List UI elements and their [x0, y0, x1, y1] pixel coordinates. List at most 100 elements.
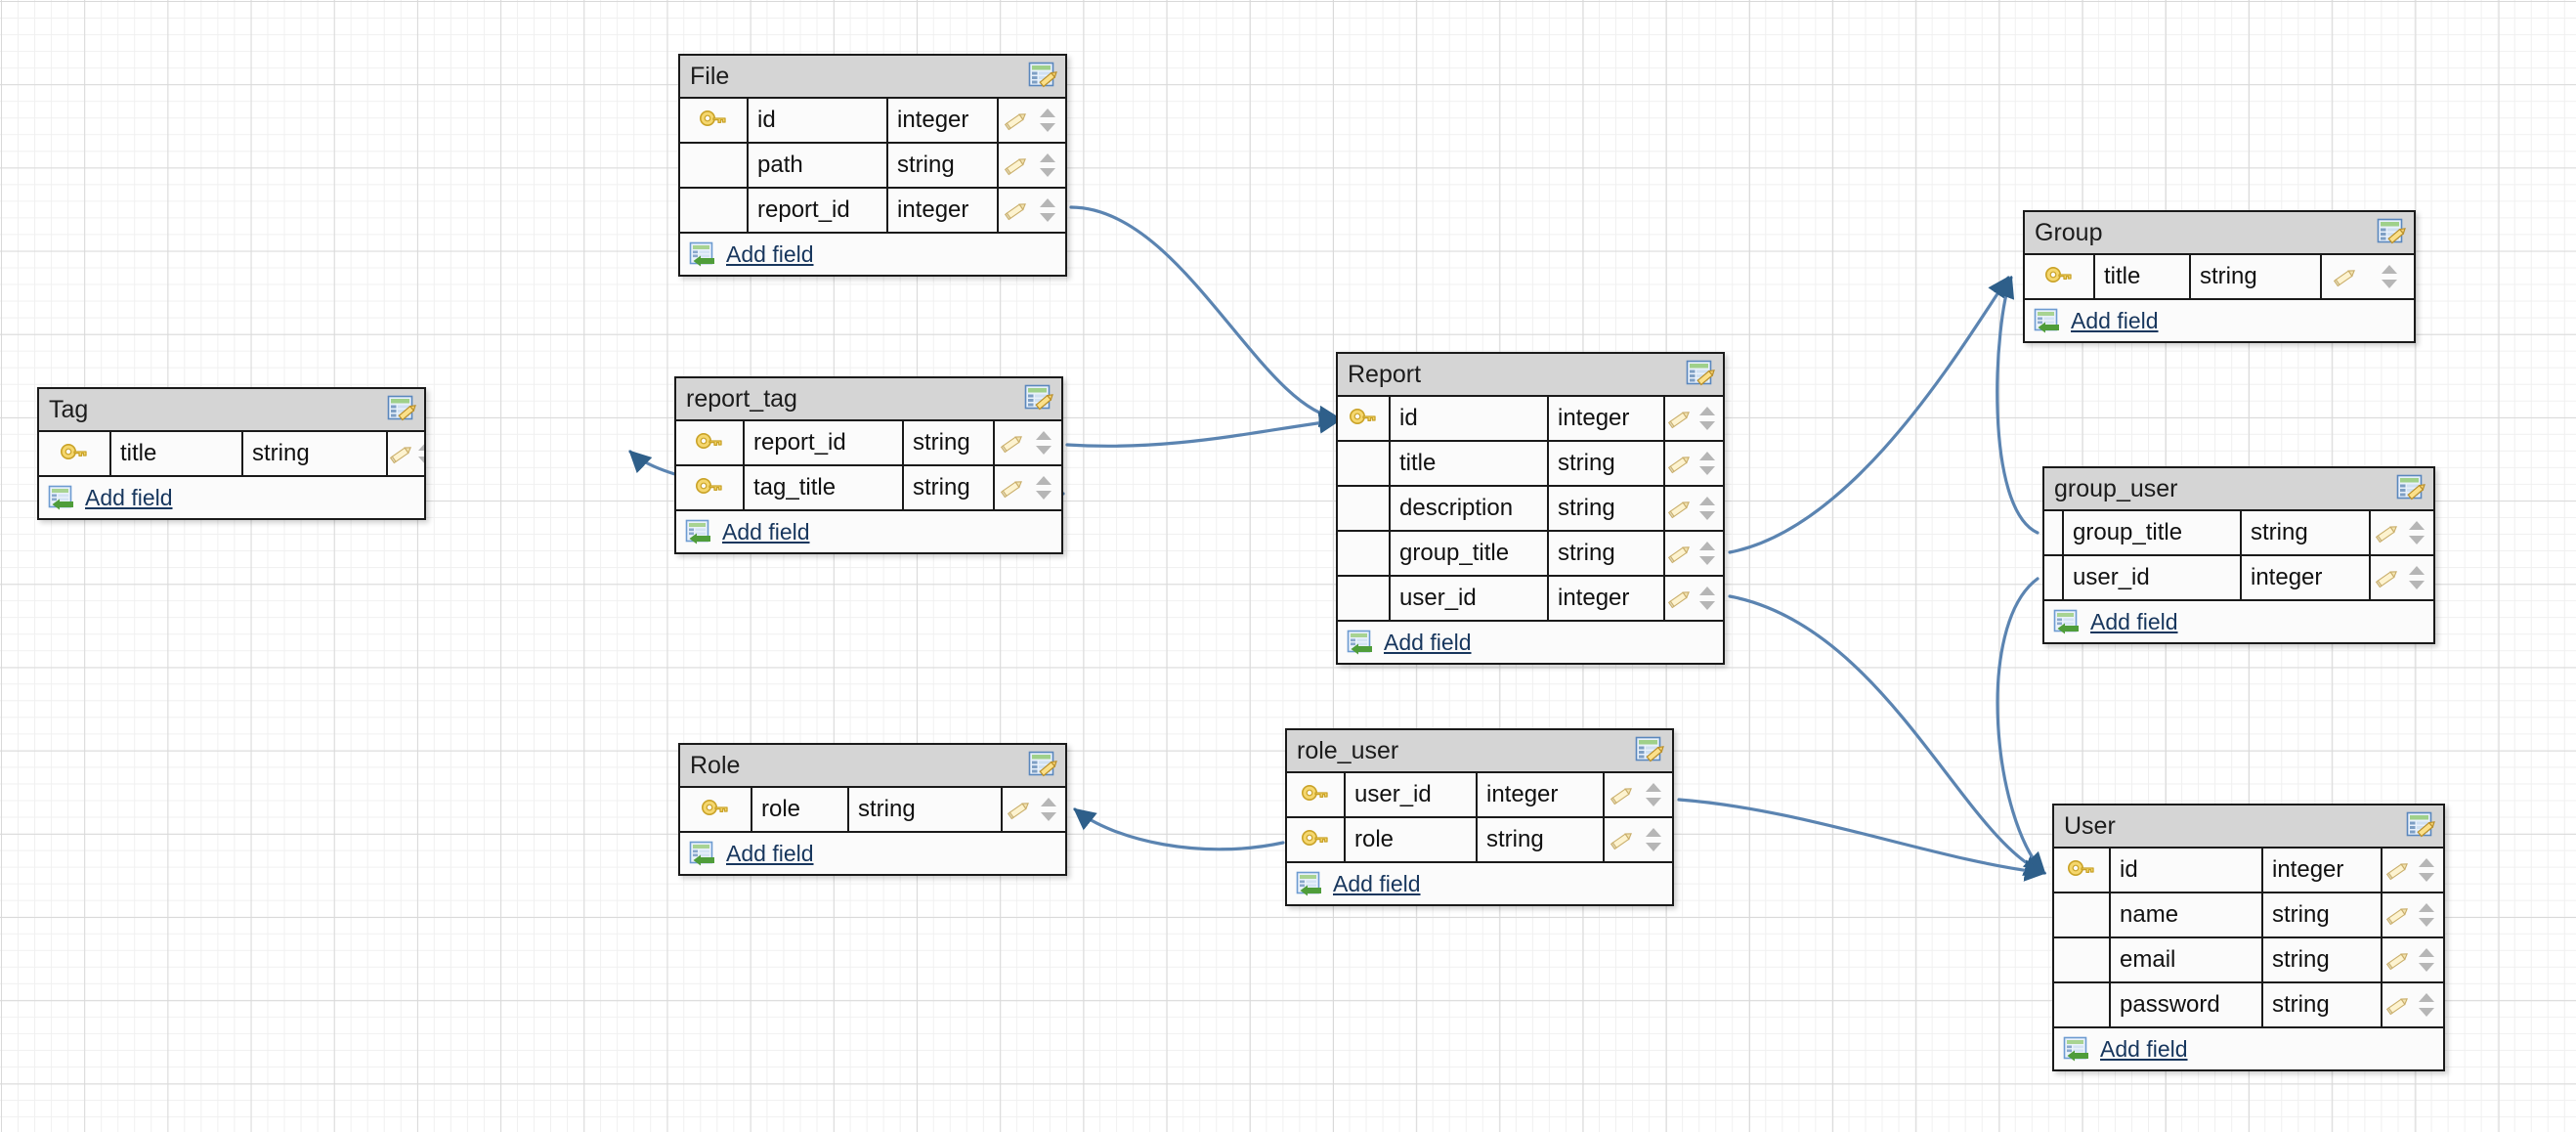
table-edit-icon[interactable]	[1028, 751, 1059, 780]
reorder-field-button[interactable]	[1696, 449, 1718, 478]
updown-spinner-icon[interactable]	[2416, 900, 2437, 930]
field-type-cell[interactable]: integer	[2242, 556, 2371, 599]
field-row[interactable]: title string	[39, 432, 424, 477]
add-field-row[interactable]: Add field	[39, 477, 424, 518]
table-report[interactable]: Report id integer title string descripti…	[1336, 352, 1725, 665]
updown-spinner-icon[interactable]	[1696, 449, 1718, 478]
add-field-link[interactable]: Add field	[85, 485, 173, 511]
field-type-cell[interactable]: string	[1549, 487, 1665, 530]
add-field-link[interactable]: Add field	[2090, 609, 2178, 635]
updown-spinner-icon[interactable]	[1696, 404, 1718, 433]
edit-table-button[interactable]	[1635, 736, 1666, 765]
table-add-icon[interactable]	[685, 519, 714, 544]
updown-spinner-icon[interactable]	[2406, 518, 2427, 547]
table-add-icon[interactable]	[2034, 308, 2063, 333]
reorder-field-button[interactable]	[1037, 196, 1058, 225]
field-row[interactable]: report_id string	[676, 421, 1061, 466]
field-name-cell[interactable]: description	[1391, 487, 1549, 530]
field-type-cell[interactable]: integer	[1549, 577, 1665, 620]
field-name-cell[interactable]: id	[1391, 397, 1549, 440]
pencil-icon[interactable]	[2384, 948, 2412, 972]
table-tag[interactable]: Tag title string Add field	[37, 387, 426, 520]
field-type-cell[interactable]: string	[904, 466, 995, 509]
edit-table-button[interactable]	[1028, 751, 1059, 780]
edit-table-button[interactable]	[387, 395, 418, 424]
field-type-cell[interactable]: string	[888, 144, 999, 187]
pencil-icon[interactable]	[1666, 497, 1694, 520]
table-add-icon[interactable]	[2063, 1036, 2092, 1062]
reorder-field-button[interactable]	[1696, 539, 1718, 568]
pencil-icon[interactable]	[1006, 798, 1033, 821]
field-row[interactable]: tag_title string	[676, 466, 1061, 511]
field-type-cell[interactable]: integer	[888, 99, 999, 142]
field-name-cell[interactable]: id	[2111, 849, 2263, 892]
field-name-cell[interactable]: title	[111, 432, 243, 475]
updown-spinner-icon[interactable]	[1033, 473, 1054, 502]
updown-spinner-icon[interactable]	[415, 439, 424, 468]
field-name-cell[interactable]: path	[749, 144, 888, 187]
table-header-tag[interactable]: Tag	[39, 389, 424, 432]
field-name-cell[interactable]: group_title	[2064, 511, 2242, 554]
pencil-icon[interactable]	[2374, 566, 2401, 589]
edit-field-button[interactable]	[2374, 566, 2401, 589]
add-field-row[interactable]: Add field	[2025, 300, 2414, 341]
field-name-cell[interactable]: title	[2095, 255, 2191, 298]
field-row[interactable]: role string	[680, 788, 1065, 833]
updown-spinner-icon[interactable]	[1038, 795, 1059, 824]
table-edit-icon[interactable]	[2377, 218, 2408, 247]
reorder-field-button[interactable]	[2416, 990, 2437, 1020]
field-type-cell[interactable]: string	[904, 421, 995, 464]
field-row[interactable]: user_id integer	[2044, 556, 2433, 601]
table-edit-icon[interactable]	[387, 395, 418, 424]
table-file[interactable]: File id integer path string report_id in…	[678, 54, 1067, 277]
edit-table-button[interactable]	[1028, 62, 1059, 91]
field-name-cell[interactable]: user_id	[1391, 577, 1549, 620]
edit-field-button[interactable]	[1609, 828, 1636, 851]
table-header-group[interactable]: Group	[2025, 212, 2414, 255]
edit-field-button[interactable]	[1003, 109, 1030, 132]
edit-field-button[interactable]	[2384, 903, 2412, 927]
add-field-row[interactable]: Add field	[2054, 1028, 2443, 1069]
table-group_user[interactable]: group_user group_title string user_id inte…	[2042, 466, 2435, 644]
pencil-icon[interactable]	[2384, 903, 2412, 927]
updown-spinner-icon[interactable]	[1696, 584, 1718, 613]
edit-field-button[interactable]	[1666, 542, 1694, 565]
table-header-role_user[interactable]: role_user	[1287, 730, 1672, 773]
reorder-field-button[interactable]	[415, 439, 424, 468]
table-add-icon[interactable]	[1347, 630, 1376, 655]
field-name-cell[interactable]: name	[2111, 893, 2263, 936]
edit-field-button[interactable]	[999, 476, 1026, 500]
edit-field-button[interactable]	[1003, 153, 1030, 177]
table-group[interactable]: Group title string Add field	[2023, 210, 2416, 343]
field-type-cell[interactable]: string	[2263, 938, 2383, 981]
field-name-cell[interactable]: title	[1391, 442, 1549, 485]
field-name-cell[interactable]: user_id	[2064, 556, 2242, 599]
reorder-field-button[interactable]	[2406, 563, 2427, 592]
edit-field-button[interactable]	[1003, 198, 1030, 222]
updown-spinner-icon[interactable]	[1643, 780, 1664, 809]
reorder-field-button[interactable]	[2416, 855, 2437, 885]
add-field-row[interactable]: Add field	[680, 234, 1065, 275]
table-edit-icon[interactable]	[2406, 811, 2437, 841]
field-type-cell[interactable]: string	[2263, 983, 2383, 1026]
edit-field-button[interactable]	[1666, 452, 1694, 475]
reorder-field-button[interactable]	[2406, 518, 2427, 547]
edit-field-button[interactable]	[2384, 948, 2412, 972]
table-edit-icon[interactable]	[2396, 474, 2427, 503]
table-edit-icon[interactable]	[1635, 736, 1666, 765]
reorder-field-button[interactable]	[1037, 151, 1058, 180]
reorder-field-button[interactable]	[1696, 584, 1718, 613]
field-name-cell[interactable]: group_title	[1391, 532, 1549, 575]
field-row[interactable]: role string	[1287, 818, 1672, 863]
reorder-field-button[interactable]	[1696, 404, 1718, 433]
table-header-file[interactable]: File	[680, 56, 1065, 99]
field-row[interactable]: id integer	[680, 99, 1065, 144]
pencil-icon[interactable]	[2384, 993, 2412, 1017]
table-edit-icon[interactable]	[1686, 360, 1717, 389]
field-name-cell[interactable]: report_id	[745, 421, 904, 464]
table-edit-icon[interactable]	[1028, 62, 1059, 91]
pencil-icon[interactable]	[2332, 265, 2359, 288]
table-user[interactable]: User id integer name string email string…	[2052, 804, 2445, 1071]
field-name-cell[interactable]: password	[2111, 983, 2263, 1026]
add-field-link[interactable]: Add field	[2100, 1036, 2188, 1063]
